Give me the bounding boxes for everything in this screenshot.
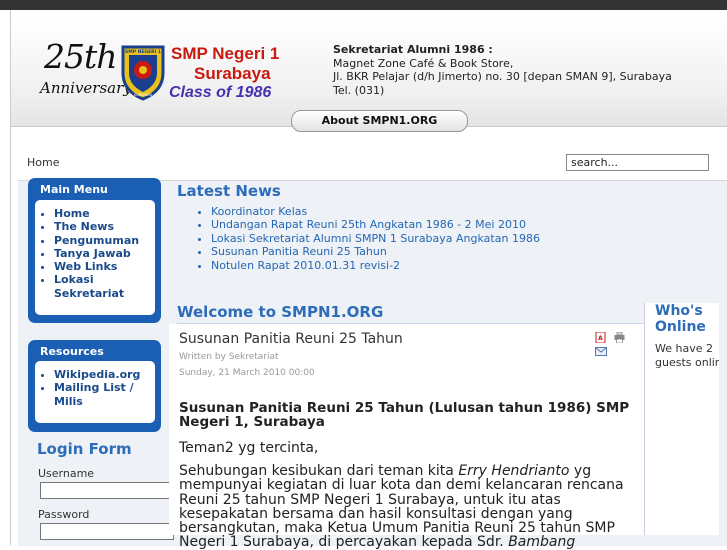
news-link[interactable]: Notulen Rapat 2010.01.31 revisi-2 xyxy=(211,259,647,272)
article-greeting: Teman2 yg tercinta, xyxy=(179,440,319,456)
school-emblem-icon: SMP NEGERI 1 SURABAYA xyxy=(121,45,165,101)
logo-class: Class of 1986 xyxy=(169,84,272,101)
contact-info: Sekretariat Alumni 1986 : Magnet Zone Ca… xyxy=(333,43,672,97)
contact-title: Sekretariat Alumni 1986 : xyxy=(333,43,493,56)
main-menu-list-box: Home The News Pengumuman Tanya Jawab Web… xyxy=(35,200,155,315)
print-icon[interactable] xyxy=(614,331,625,344)
whos-online-line: We have 2 xyxy=(655,342,713,355)
latest-news-title: Latest News xyxy=(177,182,281,200)
whos-online-line: guests online xyxy=(655,356,719,369)
whos-online-module: Who's Online We have 2 guests online xyxy=(644,303,719,535)
contact-line: Tel. (031) xyxy=(333,83,385,97)
welcome-title: Welcome to SMPN1.ORG xyxy=(177,303,384,321)
latest-news-list: Koordinator Kelas Undangan Rapat Reuni 2… xyxy=(177,205,647,272)
article-body: Sehubungan kesibukan dari teman kita Err… xyxy=(179,464,639,550)
emblem-text-top: SMP NEGERI 1 xyxy=(125,49,161,55)
resources-module: Resources Wikipedia.org Mailing List / M… xyxy=(28,340,161,432)
logo-school-name: SMP Negeri 1 xyxy=(171,44,280,63)
news-link[interactable]: Susunan Panitia Reuni 25 Tahun xyxy=(211,245,647,258)
article-name-bambang: Bambang xyxy=(508,534,576,550)
login-form-title: Login Form xyxy=(37,440,132,458)
password-label: Password xyxy=(38,508,90,521)
emblem-text-bottom: SURABAYA xyxy=(134,93,153,97)
news-link[interactable]: Undangan Rapat Reuni 25th Angkatan 1986 … xyxy=(211,218,647,231)
menu-item-the-news[interactable]: The News xyxy=(54,220,155,233)
article-tools: A xyxy=(595,331,644,356)
whos-online-text: We have 2 guests online xyxy=(655,342,719,370)
whos-online-title: Who's Online xyxy=(655,303,706,335)
site-logo[interactable]: 25th Anniversary SMP NEGERI 1 SURABAYA S… xyxy=(36,37,286,117)
menu-item-lokasi-sekretariat[interactable]: Lokasi Sekretariat xyxy=(54,273,155,300)
news-link[interactable]: Lokasi Sekretariat Alumni SMPN 1 Surabay… xyxy=(211,232,647,245)
menu-item-pengumuman[interactable]: Pengumuman xyxy=(54,234,155,247)
logo-anniversary: Anniversary xyxy=(40,79,132,97)
article-title[interactable]: Susunan Panitia Reuni 25 Tahun xyxy=(179,331,403,347)
resources-list-box: Wikipedia.org Mailing List / Milis xyxy=(35,361,155,423)
article-author: Written by Sekretariat xyxy=(179,352,279,362)
contact-line: Magnet Zone Café & Book Store, xyxy=(333,56,514,70)
logo-city: Surabaya xyxy=(194,64,271,83)
main-menu-list: Home The News Pengumuman Tanya Jawab Web… xyxy=(35,207,155,300)
top-bar xyxy=(0,0,727,10)
article-heading: Susunan Panitia Reuni 25 Tahun (Lulusan … xyxy=(179,400,630,430)
password-field[interactable] xyxy=(40,523,174,540)
pdf-icon[interactable]: A xyxy=(595,331,606,344)
menu-item-tanya-jawab[interactable]: Tanya Jawab xyxy=(54,247,155,260)
menu-item-web-links[interactable]: Web Links xyxy=(54,260,155,273)
about-tab[interactable]: About SMPN1.ORG xyxy=(291,110,468,132)
logo-25th: 25th xyxy=(44,37,118,76)
resources-list: Wikipedia.org Mailing List / Milis xyxy=(35,368,155,408)
email-icon[interactable] xyxy=(595,346,607,357)
main-menu-title: Main Menu xyxy=(40,183,108,196)
resources-title: Resources xyxy=(40,345,104,358)
latest-news-section: Latest News Koordinator Kelas Undangan R… xyxy=(177,182,647,272)
menu-item-home[interactable]: Home xyxy=(54,207,155,220)
article: Susunan Panitia Reuni 25 Tahun Written b… xyxy=(169,324,644,550)
svg-text:A: A xyxy=(598,335,603,342)
contact-line: Jl. BKR Pelajar (d/h Jimerto) no. 30 [de… xyxy=(333,70,672,83)
article-date: Sunday, 21 March 2010 00:00 xyxy=(179,368,315,378)
main-menu-module: Main Menu Home The News Pengumuman Tanya… xyxy=(28,178,161,323)
resource-link-mailing-list[interactable]: Mailing List / Milis xyxy=(54,381,155,408)
username-field[interactable] xyxy=(40,482,174,499)
news-link[interactable]: Koordinator Kelas xyxy=(211,205,647,218)
breadcrumb[interactable]: Home xyxy=(27,156,59,169)
resource-link-wikipedia[interactable]: Wikipedia.org xyxy=(54,368,155,381)
search-input[interactable] xyxy=(566,154,709,171)
page-container: 25th Anniversary SMP NEGERI 1 SURABAYA S… xyxy=(10,10,727,550)
username-label: Username xyxy=(38,467,95,480)
